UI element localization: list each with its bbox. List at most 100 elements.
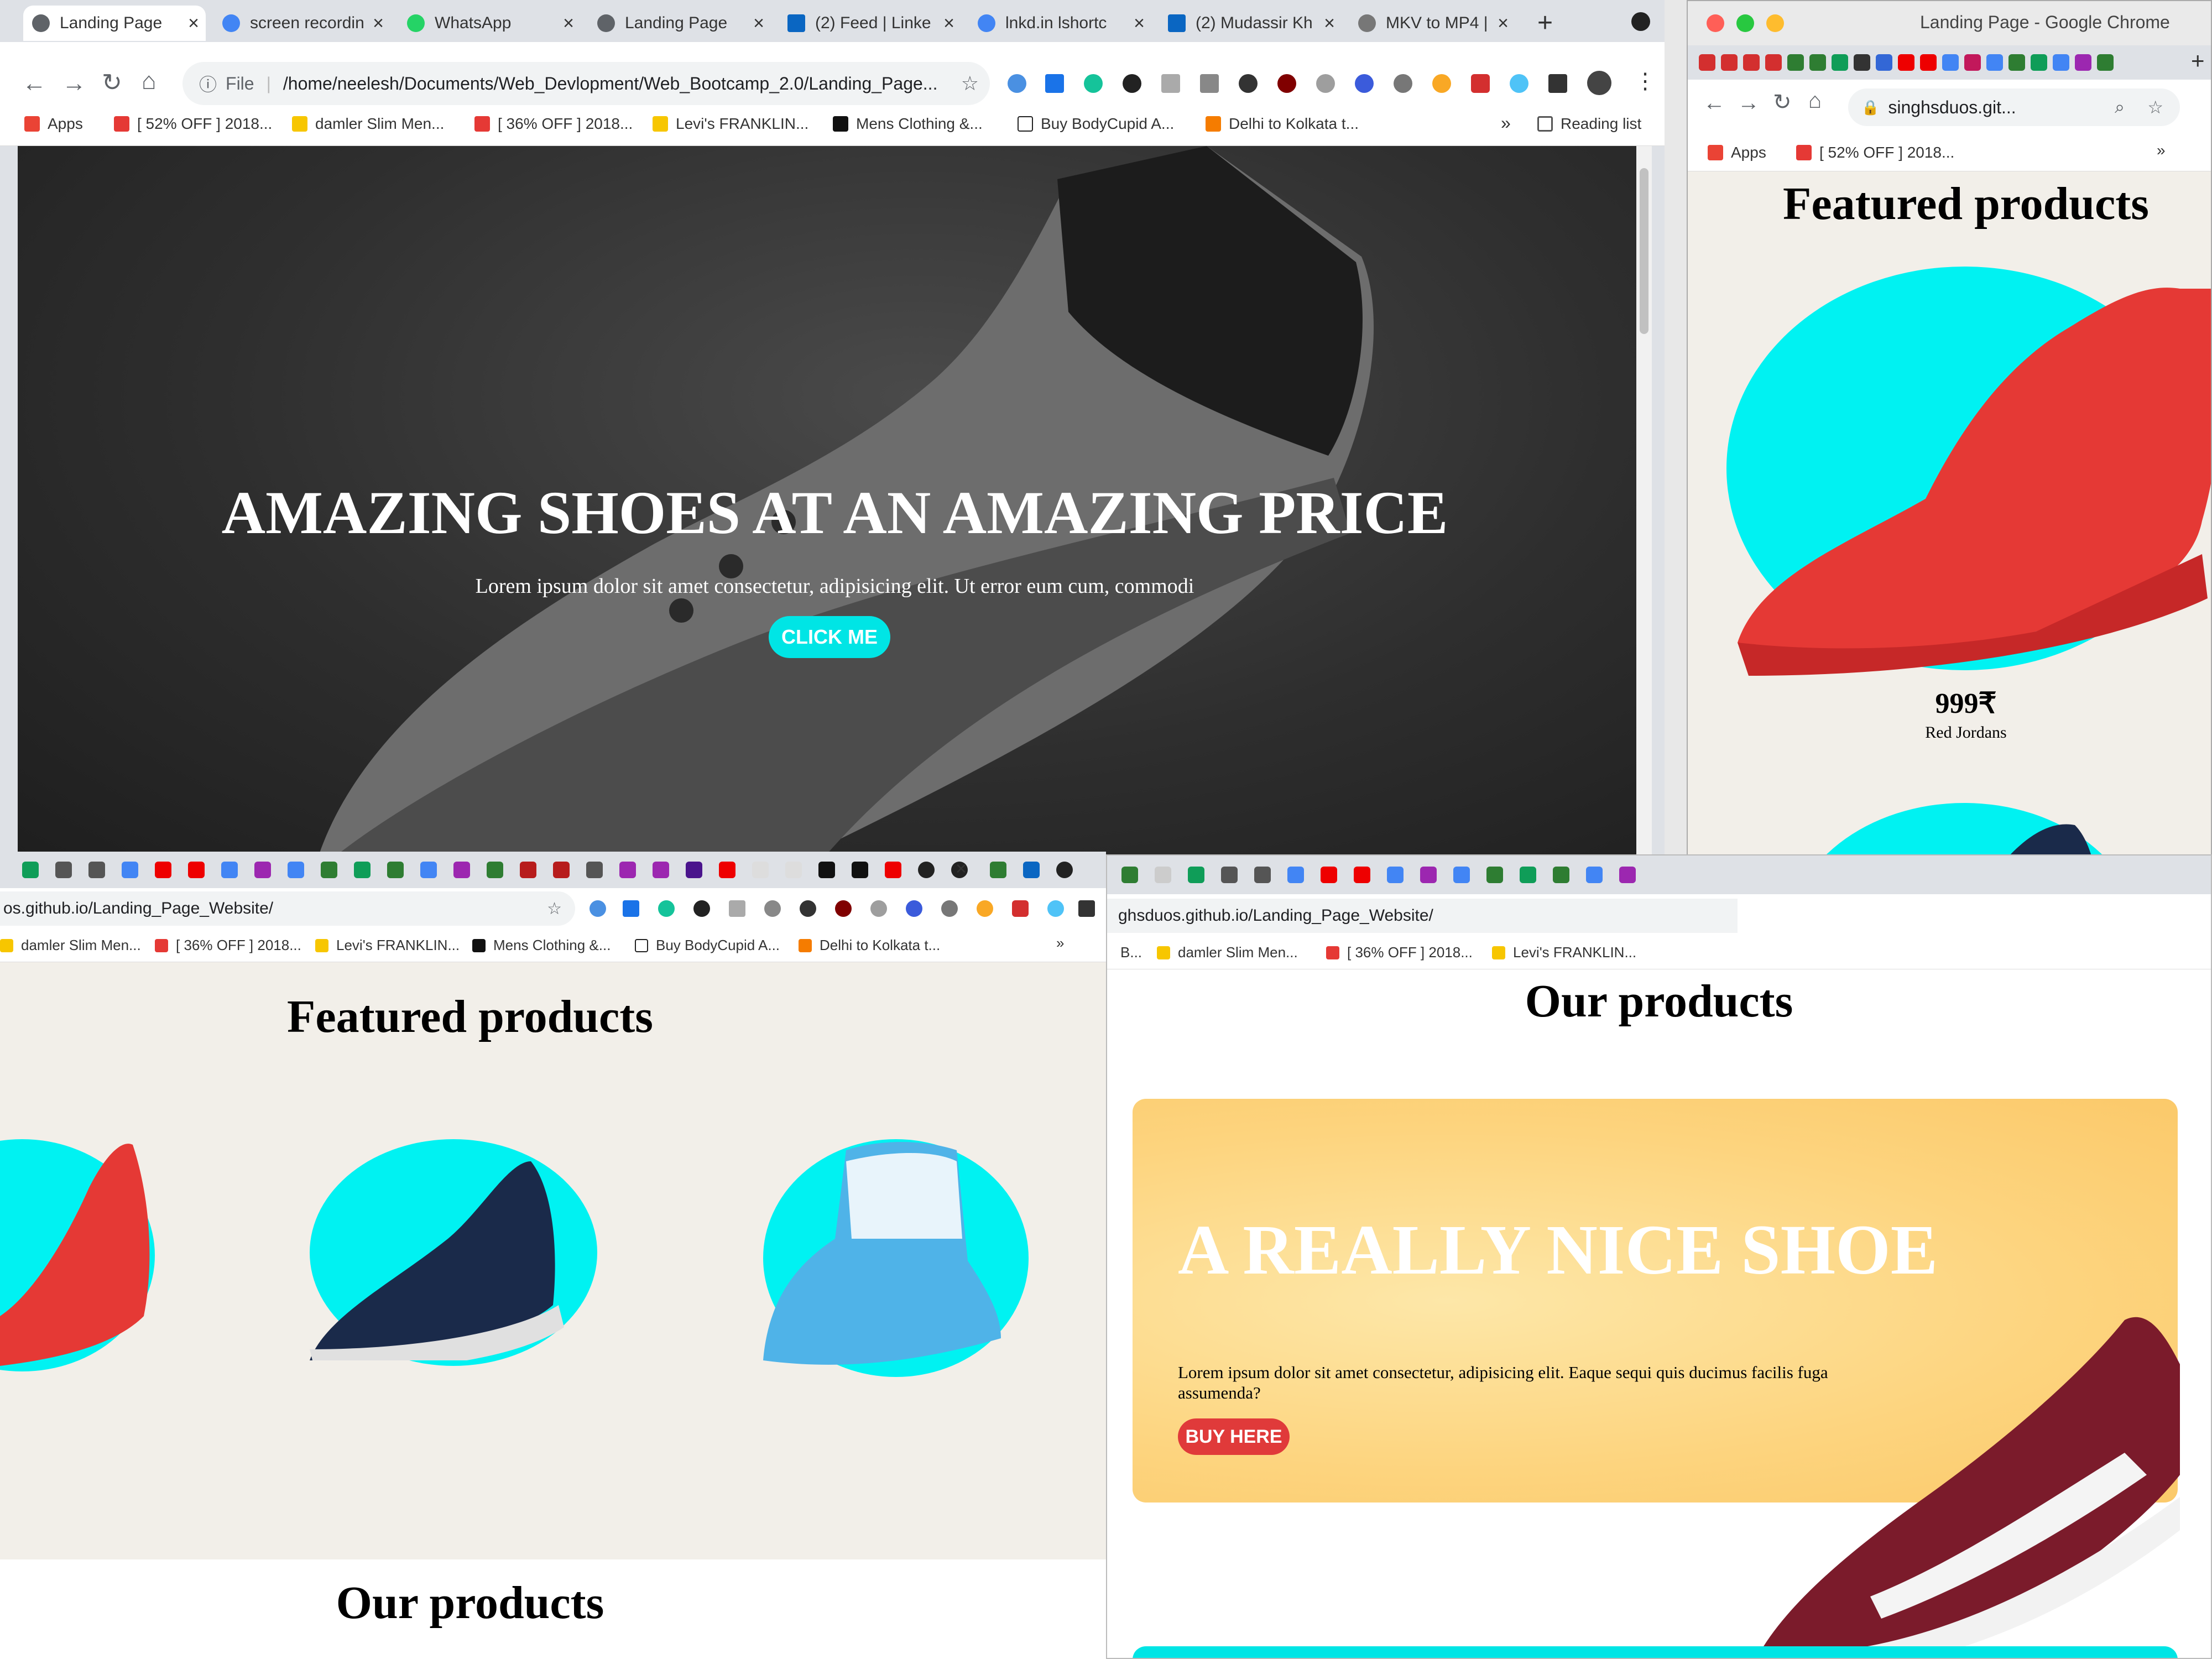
bookmark-item[interactable]: Buy BodyCupid A... [1018,115,1174,133]
bookmark-item[interactable]: damler Slim Men... [292,115,444,133]
bookmark-apps[interactable]: Apps [24,115,83,133]
tab-favicon[interactable] [1287,867,1304,883]
extension-icon[interactable] [1123,74,1141,93]
extension-icon[interactable] [1471,74,1490,93]
bookmark-item[interactable]: Levi's FRANKLIN... [1492,944,1636,961]
forward-icon[interactable]: → [1738,91,1760,116]
tab-landing-page[interactable]: Landing Page × [23,6,206,41]
tab-favicon[interactable] [1743,54,1760,71]
tab-screen-recording[interactable]: screen recordin × [213,6,390,41]
tab-favicon[interactable] [387,862,404,878]
tab-favicon[interactable] [1486,867,1503,883]
more-bookmarks-icon[interactable]: » [1501,113,1511,133]
bookmark-item[interactable]: B... [1120,944,1142,961]
zoom-window-button[interactable] [1766,14,1784,32]
tab-favicon[interactable] [1155,867,1171,883]
back-icon[interactable]: ← [1703,91,1725,116]
scrollbar[interactable] [1636,146,1652,863]
grammarly-icon[interactable] [658,900,675,917]
ublock-icon[interactable] [1277,74,1296,93]
tab-favicon[interactable] [420,862,437,878]
home-icon[interactable]: ⌂ [1808,88,1822,113]
bookmark-item[interactable]: Levi's FRANKLIN... [653,115,808,133]
tab-favicon[interactable] [2008,54,2025,71]
tab-favicon[interactable] [818,862,835,878]
tab-favicon[interactable] [221,862,238,878]
tab-linkedin-feed[interactable]: (2) Feed | Linke × [779,6,961,41]
ublock-icon[interactable] [835,900,852,917]
new-tab-icon[interactable]: + [2191,48,2205,74]
extension-icon[interactable] [941,900,958,917]
tab-favicon[interactable] [22,862,39,878]
close-window-button[interactable] [1707,14,1724,32]
bookmark-item[interactable]: [ 36% OFF ] 2018... [474,115,633,133]
extension-icon[interactable] [1355,74,1374,93]
bookmark-item[interactable]: Mens Clothing &... [472,937,611,954]
tab-favicon[interactable] [1586,867,1603,883]
tab-favicon[interactable] [990,862,1006,878]
tab-favicon[interactable] [885,862,901,878]
linkedin-icon[interactable] [1023,862,1040,878]
back-icon[interactable]: ← [22,70,46,97]
tab-favicon[interactable] [1721,54,1738,71]
tab-favicon[interactable] [1387,867,1404,883]
tab-favicon[interactable] [2075,54,2091,71]
close-icon[interactable]: × [188,13,199,34]
bookmark-item[interactable]: Delhi to Kolkata t... [799,937,940,954]
tab-favicon[interactable] [453,862,470,878]
star-icon[interactable]: ☆ [961,72,979,95]
tab-favicon[interactable] [752,862,769,878]
tab-favicon[interactable] [1553,867,1569,883]
tab-favicon[interactable] [487,862,503,878]
extension-icon[interactable] [1161,74,1180,93]
tab-favicon[interactable] [1619,867,1636,883]
tab-favicon[interactable] [254,862,271,878]
github-icon[interactable] [1056,862,1073,878]
bookmark-item[interactable]: [ 52% OFF ] 2018... [1796,144,1954,161]
tab-favicon[interactable] [1964,54,1981,71]
bookmark-item[interactable]: damler Slim Men... [1157,944,1298,961]
tab-favicon[interactable] [354,862,371,878]
tab-favicon[interactable] [1453,867,1470,883]
tab-favicon[interactable] [1221,867,1238,883]
tab-favicon[interactable] [1765,54,1782,71]
tab-favicon[interactable] [1854,54,1870,71]
tab-favicon[interactable] [88,862,105,878]
minimize-window-button[interactable] [1736,14,1754,32]
close-icon[interactable]: × [563,13,574,34]
close-icon[interactable]: × [956,858,967,880]
tab-lnkd-in[interactable]: lnkd.in lshortc × [969,6,1151,41]
extension-icon[interactable] [1432,74,1451,93]
tab-favicon[interactable] [586,862,603,878]
extension-icon[interactable] [1200,74,1219,93]
tab-favicon[interactable] [2097,54,2114,71]
github-icon[interactable] [918,862,935,878]
tab-favicon[interactable] [122,862,138,878]
tab-favicon[interactable] [155,862,171,878]
bookmark-item[interactable]: Delhi to Kolkata t... [1206,115,1359,133]
close-icon[interactable]: × [943,13,954,34]
tab-favicon[interactable] [553,862,570,878]
new-tab-icon[interactable]: + [1537,8,1553,38]
extension-new-icon[interactable] [1045,74,1064,93]
tab-search-icon[interactable] [1631,12,1650,31]
reload-icon[interactable]: ↻ [102,69,122,97]
puzzle-icon[interactable] [1078,900,1095,917]
tab-favicon[interactable] [2031,54,2047,71]
tab-favicon[interactable] [653,862,669,878]
tab-favicon[interactable] [1942,54,1959,71]
buy-here-button[interactable]: BUY HERE [1178,1418,1290,1455]
reading-list[interactable]: Reading list [1537,115,1641,133]
extension-icon[interactable] [870,900,887,917]
bookmark-item[interactable]: [ 36% OFF ] 2018... [1326,944,1473,961]
tab-favicon[interactable] [1354,867,1370,883]
extension-icon[interactable] [800,900,816,917]
extension-icon[interactable] [764,900,781,917]
tab-favicon[interactable] [1876,54,1892,71]
tab-favicon[interactable] [719,862,735,878]
tab-favicon[interactable] [321,862,337,878]
close-icon[interactable]: × [753,13,764,34]
close-icon[interactable]: × [373,13,384,34]
puzzle-icon[interactable] [1548,74,1567,93]
address-bar[interactable]: ⓘ File | /home/neelesh/Documents/Web_Dev… [182,62,990,105]
